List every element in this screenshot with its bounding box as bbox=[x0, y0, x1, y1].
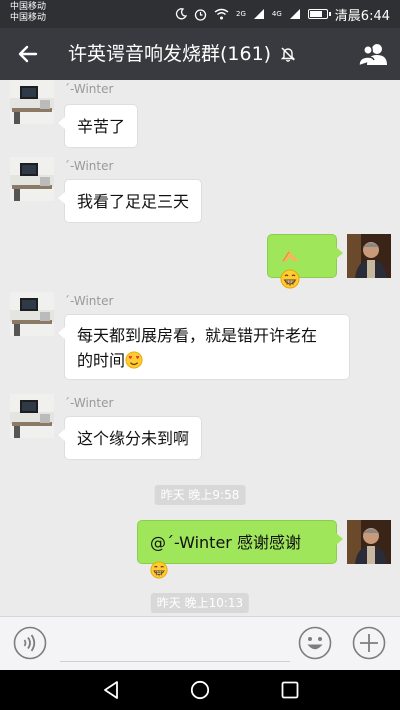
signal-2-icon bbox=[289, 9, 300, 19]
message-input[interactable] bbox=[60, 661, 290, 662]
avatar-self[interactable] bbox=[347, 234, 391, 278]
clasped-hands-emoji-icon bbox=[282, 250, 298, 262]
status-bar: 中国移动 中国移动 2G 4G 清晨6:44 bbox=[0, 0, 400, 28]
signal-1-icon bbox=[253, 9, 264, 19]
chat-header: 许英谔音响发烧群(161) bbox=[0, 28, 400, 80]
mute-bell-icon bbox=[280, 47, 296, 62]
grinning-emoji-icon bbox=[150, 561, 168, 579]
voice-icon[interactable] bbox=[13, 626, 47, 660]
sender-name: ˊ-Winter bbox=[64, 159, 114, 173]
avatar-self[interactable] bbox=[347, 520, 391, 564]
timestamp: 昨天 晚上9:58 bbox=[154, 485, 246, 505]
avatar[interactable] bbox=[10, 394, 54, 438]
message-bubble[interactable]: 我看了足足三天 bbox=[57, 179, 203, 223]
message-text-line: 每天都到展房看，就是错开许老在 bbox=[77, 326, 318, 345]
system-nav-bar bbox=[0, 670, 400, 710]
plus-icon[interactable] bbox=[352, 626, 386, 660]
status-clock: 清晨6:44 bbox=[334, 8, 390, 24]
message-text-line: 的时间 bbox=[77, 348, 337, 373]
chat-title: 许英谔音响发烧群(161) bbox=[68, 43, 272, 65]
recent-square-icon[interactable] bbox=[281, 681, 299, 699]
emoji-icon[interactable] bbox=[298, 626, 332, 660]
avatar[interactable] bbox=[10, 292, 54, 336]
message-text: @ˊ-Winter 感谢感谢 bbox=[150, 533, 301, 552]
message-text: 我看了足足三天 bbox=[77, 192, 190, 211]
message-bubble[interactable]: 这个缘分未到啊 bbox=[57, 416, 203, 460]
message-text: 辛苦了 bbox=[77, 117, 126, 136]
wifi-icon bbox=[214, 8, 229, 20]
back-arrow-icon[interactable] bbox=[16, 42, 40, 66]
home-circle-icon[interactable] bbox=[190, 680, 210, 700]
message-bubble-self[interactable] bbox=[267, 234, 343, 289]
status-icons: 2G 4G 清晨6:44 bbox=[175, 6, 390, 24]
sender-name: ˊ-Winter bbox=[64, 396, 114, 410]
battery-icon bbox=[307, 9, 331, 19]
message-text: 这个缘分未到啊 bbox=[77, 429, 190, 448]
network-2-label: 4G bbox=[271, 10, 282, 18]
back-triangle-icon[interactable] bbox=[101, 680, 121, 700]
heart-eyes-emoji-icon bbox=[125, 351, 143, 369]
network-1-label: 2G bbox=[236, 10, 246, 18]
avatar[interactable] bbox=[10, 80, 54, 124]
message-bubble[interactable]: 每天都到展房看，就是错开许老在 的时间 bbox=[58, 314, 350, 380]
input-bar bbox=[0, 616, 400, 670]
carrier-2: 中国移动 bbox=[10, 13, 47, 23]
moon-icon bbox=[175, 8, 188, 20]
message-bubble[interactable]: 辛苦了 bbox=[57, 104, 139, 148]
carrier-labels: 中国移动 中国移动 bbox=[10, 2, 46, 24]
avatar[interactable] bbox=[10, 157, 54, 201]
message-bubble-self[interactable]: @ˊ-Winter 感谢感谢 bbox=[137, 520, 343, 579]
sender-name: ˊ-Winter bbox=[64, 294, 114, 308]
chat-message-list[interactable]: ˊ-Winter 辛苦了 ˊ-Winter 我看了足足三天 ˊ-Winter 每… bbox=[0, 80, 400, 616]
carrier-1: 中国移动 bbox=[10, 2, 47, 12]
grinning-emoji-icon bbox=[280, 269, 300, 289]
group-members-icon[interactable] bbox=[358, 40, 388, 68]
sender-name: ˊ-Winter bbox=[64, 82, 114, 96]
timestamp: 昨天 晚上10:13 bbox=[150, 593, 250, 613]
alarm-icon bbox=[194, 8, 207, 21]
